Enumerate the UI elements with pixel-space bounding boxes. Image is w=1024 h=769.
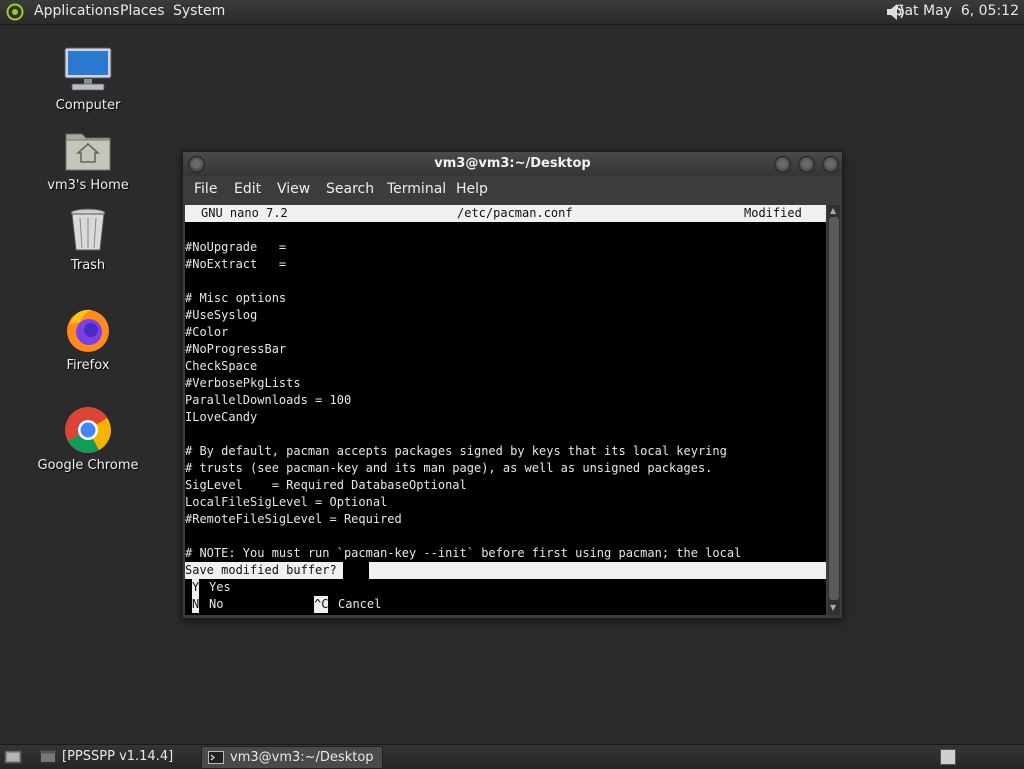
desktop-icon-firefox[interactable]: Firefox <box>33 306 143 373</box>
nano-header-bar: GNU nano 7.2 /etc/pacman.conf Modified <box>185 205 826 222</box>
taskbar-item-terminal[interactable]: vm3@vm3:~/Desktop <box>201 746 383 769</box>
terminal-content[interactable]: GNU nano 7.2 /etc/pacman.conf Modified #… <box>185 205 826 615</box>
window-titlebar[interactable]: vm3@vm3:~/Desktop <box>183 152 842 176</box>
editor-line: #NoExtract = <box>185 257 287 271</box>
top-panel: Applications Places System Sat May 6, 05… <box>0 0 1024 25</box>
menu-file[interactable]: File <box>194 181 217 197</box>
taskbar-item-label: [PPSSPP v1.14.4] <box>62 749 174 764</box>
desktop-icon-home[interactable]: vm3's Home <box>33 126 143 193</box>
nano-modified-status: Modified <box>744 206 802 220</box>
editor-line: SigLevel = Required DatabaseOptional <box>185 478 467 492</box>
window-icon <box>40 750 56 763</box>
save-prompt-input[interactable] <box>369 562 826 579</box>
editor-line: ILoveCandy <box>185 410 258 424</box>
places-menu[interactable]: Places <box>120 3 165 19</box>
editor-line: # By default, pacman accepts packages si… <box>185 444 727 458</box>
desktop-icon-chrome[interactable]: Google Chrome <box>33 406 143 473</box>
menu-help[interactable]: Help <box>456 181 488 197</box>
editor-line: #UseSyslog <box>185 308 258 322</box>
editor-line: #Color <box>185 325 229 339</box>
computer-icon <box>64 47 112 91</box>
desktop-icon-trash[interactable]: Trash <box>33 206 143 273</box>
clock[interactable]: Sat May 6, 05:12 <box>896 3 1019 19</box>
nano-filename: /etc/pacman.conf <box>457 206 573 220</box>
window-title: vm3@vm3:~/Desktop <box>434 156 591 171</box>
terminal-icon <box>208 751 224 764</box>
terminal-window[interactable]: vm3@vm3:~/Desktop File Edit View Search … <box>182 151 843 619</box>
firefox-icon <box>67 309 109 352</box>
desktop-icon-label: Google Chrome <box>37 458 139 473</box>
home-folder-icon <box>65 133 111 171</box>
workspace-switcher-icon[interactable] <box>940 749 956 765</box>
save-prompt-text: Save modified buffer? <box>185 562 343 579</box>
editor-line: # Misc options <box>185 291 287 305</box>
editor-line: ParallelDownloads = 100 <box>185 393 352 407</box>
editor-line: #RemoteFileSigLevel = Required <box>185 512 402 526</box>
editor-line: #VerbosePkgLists <box>185 376 301 390</box>
menu-terminal[interactable]: Terminal <box>387 181 446 197</box>
trash-icon <box>70 208 106 251</box>
key-yes[interactable]: Y <box>192 579 200 596</box>
distro-logo-icon[interactable] <box>6 3 24 21</box>
editor-line: CheckSpace <box>185 359 258 373</box>
close-button[interactable] <box>822 156 839 173</box>
scroll-down-icon[interactable]: ▼ <box>830 604 838 612</box>
editor-line: # NOTE: You must run `pacman-key --init`… <box>185 546 742 560</box>
chrome-icon <box>65 407 111 453</box>
scroll-up-icon[interactable]: ▲ <box>830 207 838 215</box>
key-cancel[interactable]: ^C <box>314 596 329 613</box>
taskbar-item-label: vm3@vm3:~/Desktop <box>230 750 374 765</box>
taskbar-item-ppsspp[interactable]: [PPSSPP v1.14.4] <box>34 746 181 767</box>
scroll-thumb[interactable] <box>829 217 839 600</box>
editor-line: #NoProgressBar <box>185 342 287 356</box>
desktop-icon-computer[interactable]: Computer <box>33 46 143 113</box>
menu-search[interactable]: Search <box>326 181 374 197</box>
option-yes-label: Yes <box>209 580 231 594</box>
menu-view[interactable]: View <box>277 181 310 197</box>
desktop-icon-label: Computer <box>55 98 121 113</box>
editor-line: LocalFileSigLevel = Optional <box>185 495 388 509</box>
applications-menu[interactable]: Applications <box>34 3 120 19</box>
maximize-button[interactable] <box>798 156 815 173</box>
system-menu[interactable]: System <box>173 3 225 19</box>
option-cancel-label: Cancel <box>338 597 382 611</box>
editor-line: #NoUpgrade = <box>185 240 287 254</box>
editor-line: # trusts (see pacman-key and its man pag… <box>185 461 713 475</box>
minimize-button[interactable] <box>774 156 791 173</box>
terminal-scrollbar[interactable]: ▲ ▼ <box>828 205 840 615</box>
nano-version: GNU nano 7.2 <box>201 206 288 220</box>
menu-edit[interactable]: Edit <box>234 181 261 197</box>
option-no-label: No <box>209 597 224 611</box>
save-prompt-bar: Save modified buffer? <box>185 562 826 579</box>
desktop-icon-label: Firefox <box>66 358 110 373</box>
window-menubar: File Edit View Search Terminal Help <box>183 178 842 202</box>
desktop-icon-label: vm3's Home <box>47 178 129 193</box>
desktop-icon-label: Trash <box>70 258 106 273</box>
key-no[interactable]: N <box>192 596 200 613</box>
bottom-panel: [PPSSPP v1.14.4] vm3@vm3:~/Desktop <box>0 744 1024 769</box>
show-desktop-icon[interactable] <box>4 749 22 765</box>
